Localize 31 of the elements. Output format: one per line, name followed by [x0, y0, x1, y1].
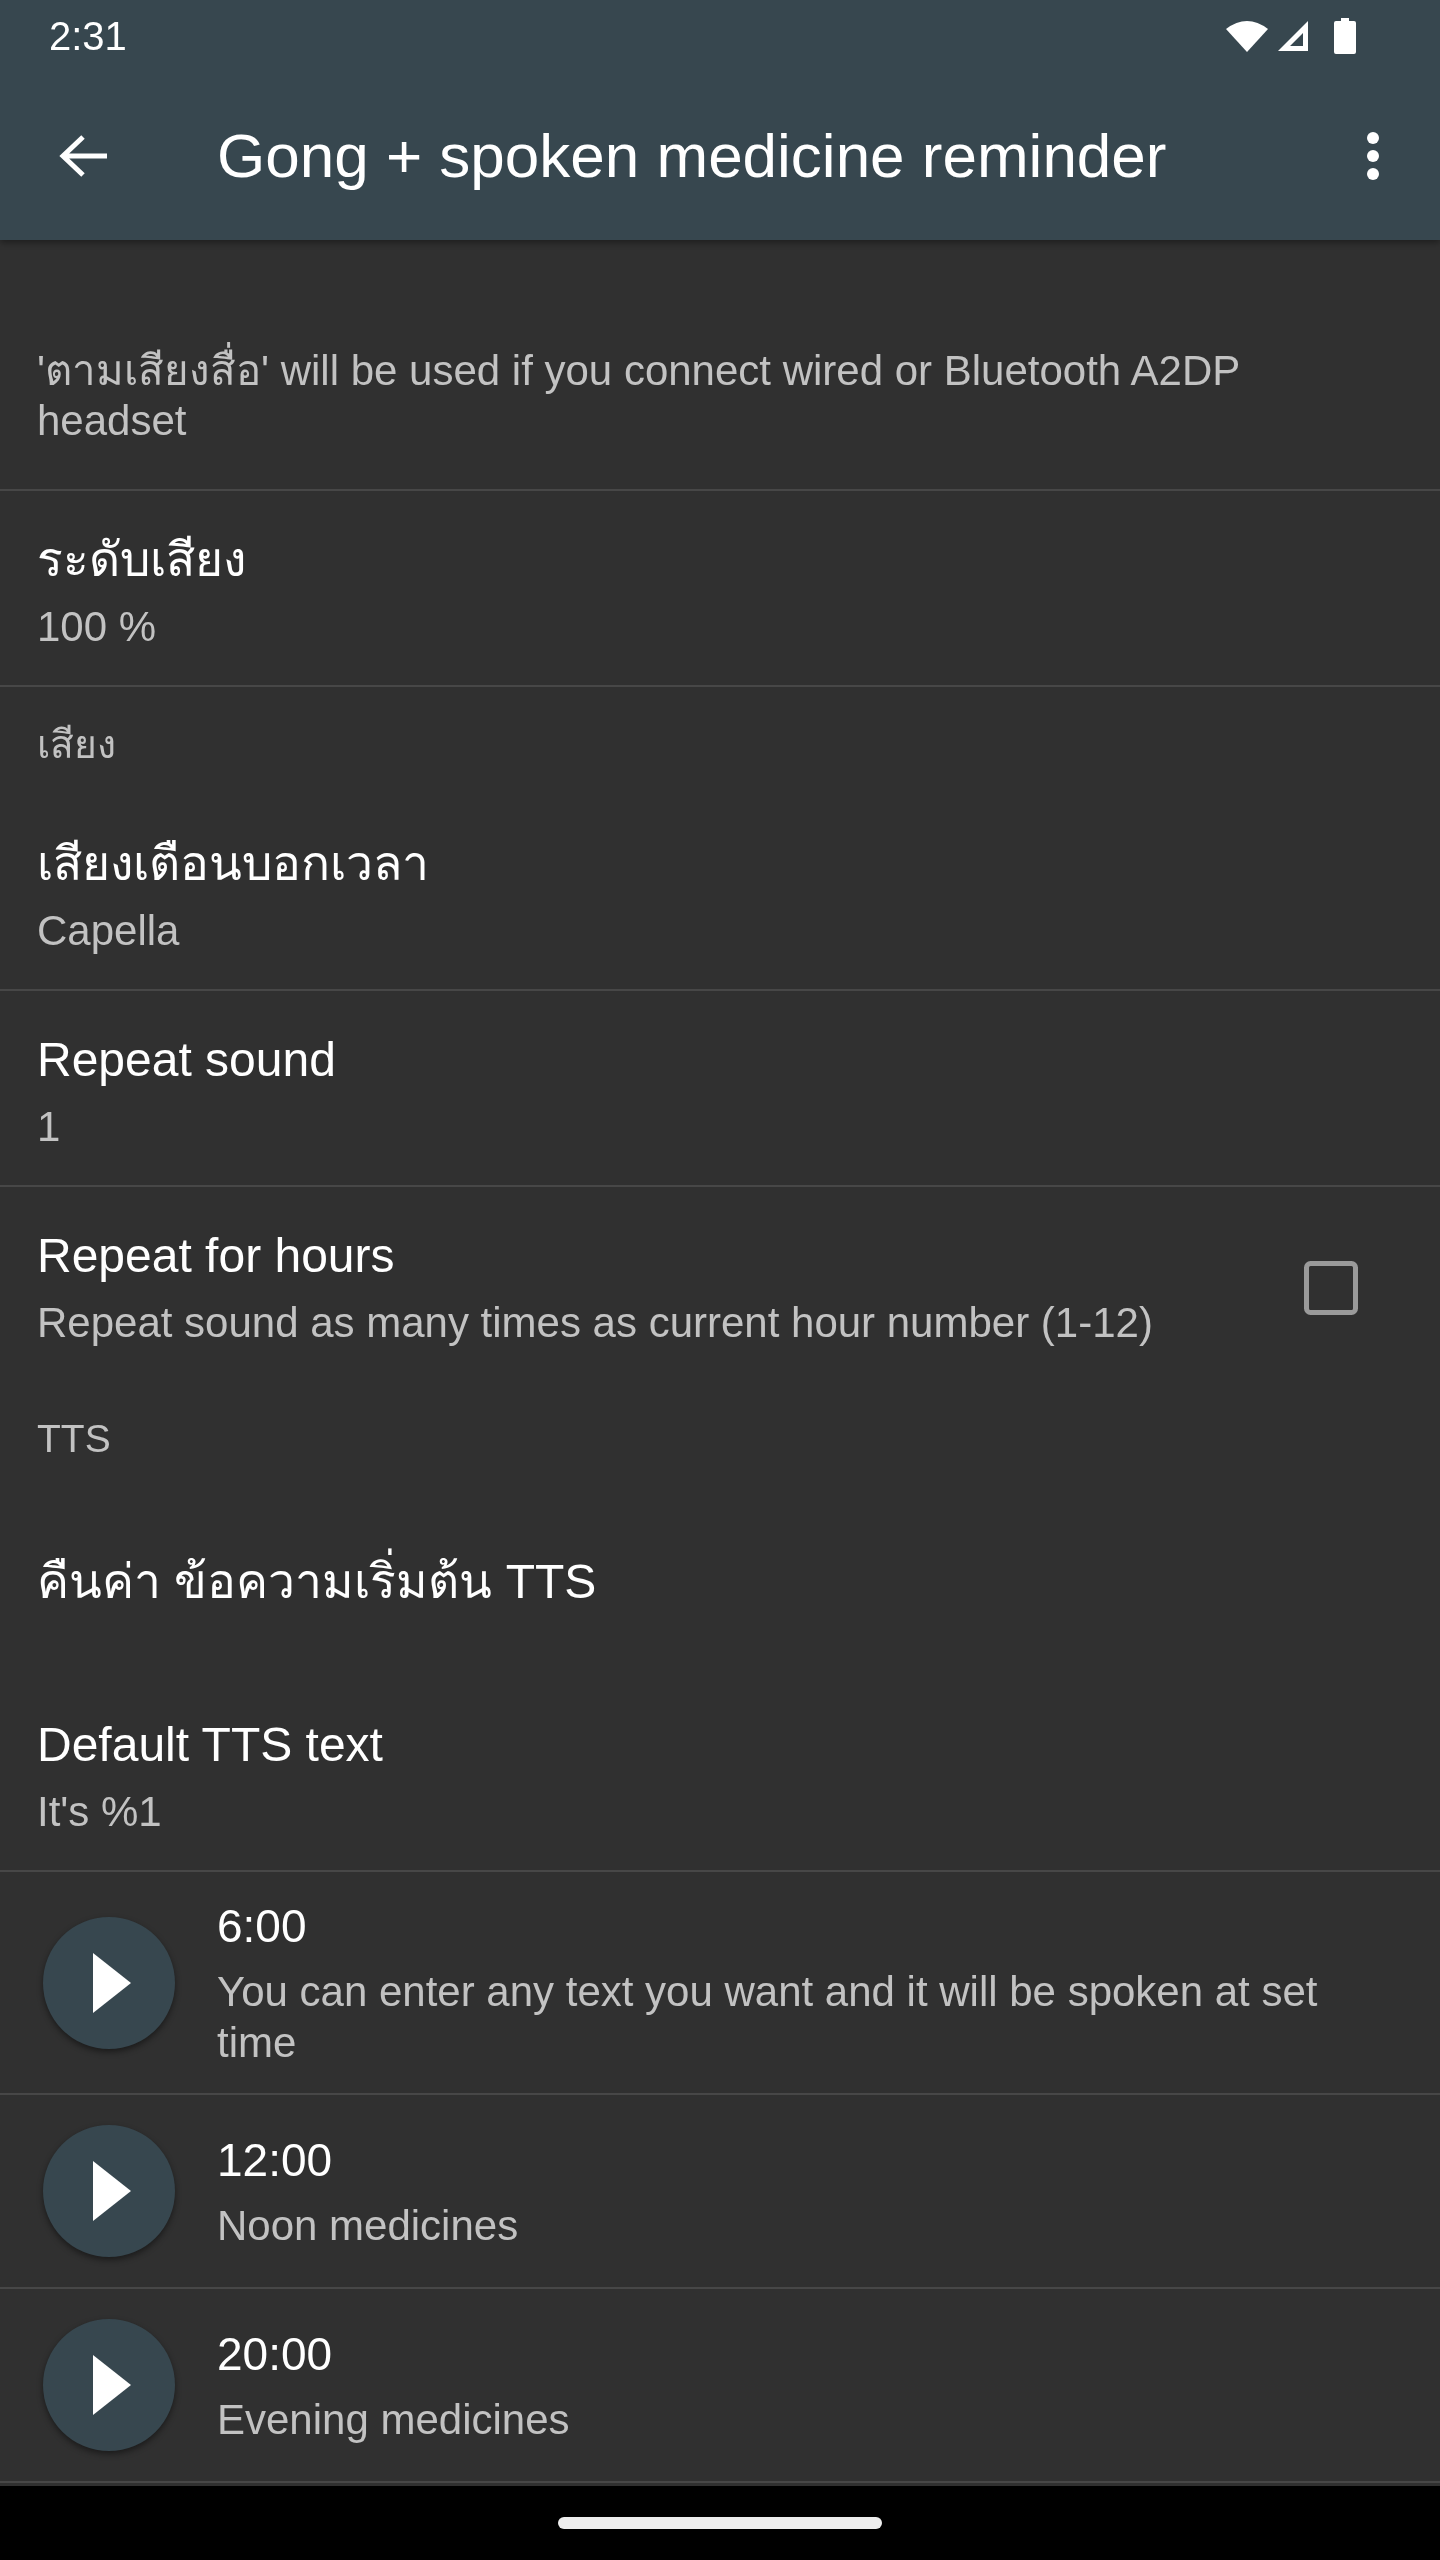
reminder-time[interactable]: 20:00 [217, 2325, 333, 2383]
preference-value: Capella [37, 906, 180, 956]
preference-value: It's %1 [37, 1787, 162, 1837]
preference-value: 1 [37, 1102, 61, 1152]
back-icon[interactable] [59, 134, 109, 178]
status-time: 2:31 [49, 13, 127, 60]
reminder-time[interactable]: 6:00 [217, 1897, 307, 1955]
section-header: เสียง [37, 722, 116, 768]
signal-icon [1276, 19, 1310, 53]
battery-icon [1334, 18, 1356, 54]
preference-title[interactable]: เสียงเตือนบอกเวลา [37, 835, 429, 893]
reminder-text: You can enter any text you want and it will be spoken at set time [217, 1967, 1319, 2068]
section-header: TTS [37, 1416, 111, 1462]
play-icon [93, 2161, 131, 2221]
preference-title[interactable]: Default TTS text [37, 1716, 383, 1774]
preference-value: 100 % [37, 602, 157, 652]
preference-title[interactable]: Repeat for hours [37, 1227, 395, 1285]
play-icon [93, 2355, 131, 2415]
play-icon [93, 1952, 131, 2013]
reminder-time[interactable]: 12:00 [217, 2131, 333, 2189]
checkbox[interactable] [1304, 1260, 1358, 1315]
more-options-icon[interactable] [1366, 131, 1380, 181]
preference-summary: Repeat sound as many times as current hour number (1-12) [37, 1298, 1153, 1348]
gesture-handle[interactable] [558, 2517, 882, 2529]
reminder-text: Evening medicines [217, 2395, 570, 2445]
preference-title[interactable]: Repeat sound [37, 1031, 336, 1089]
preference-title[interactable]: ระดับเสียง [37, 531, 246, 589]
toolbar-title: Gong + spoken medicine reminder [217, 120, 1168, 192]
preference-title[interactable]: คืนค่า ข้อความเริ่มต้น TTS [37, 1545, 597, 1619]
wifi-icon [1226, 20, 1268, 52]
reminder-text: Noon medicines [217, 2201, 519, 2251]
